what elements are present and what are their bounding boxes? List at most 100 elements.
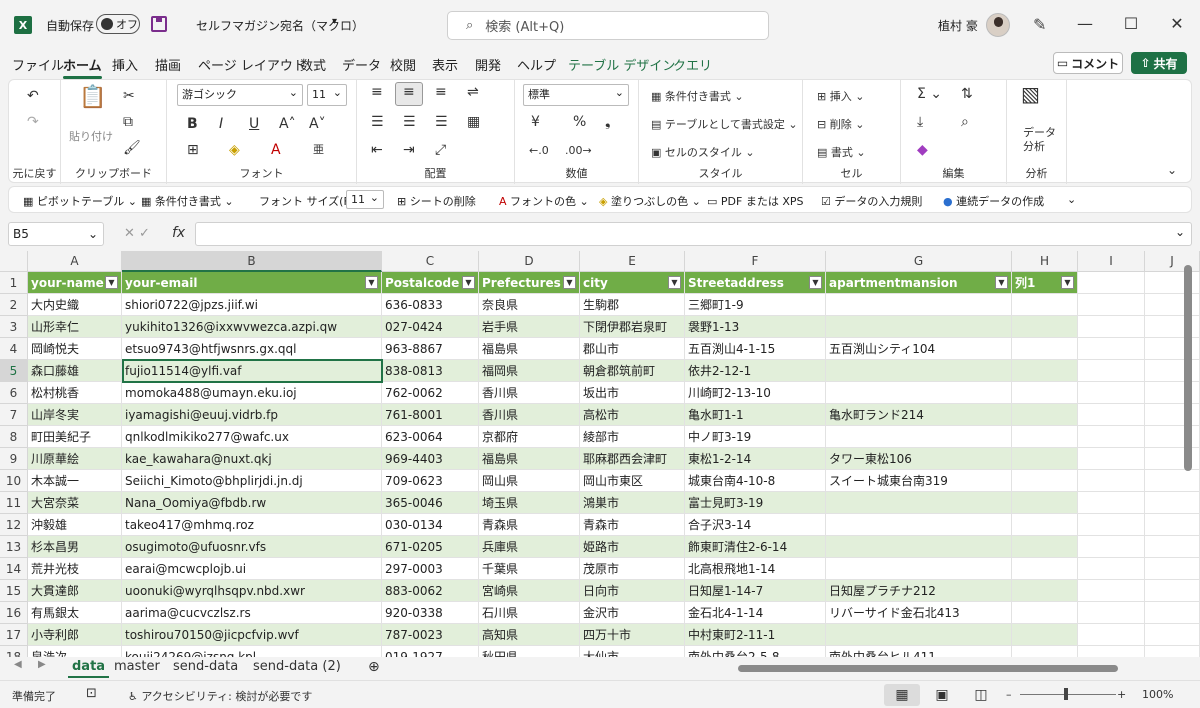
- tab-home[interactable]: ホーム: [63, 55, 102, 79]
- zoom-slider[interactable]: [1020, 694, 1116, 695]
- table-cell[interactable]: 香川県: [479, 382, 580, 404]
- table-header-cell[interactable]: Prefectures ▼: [479, 272, 580, 294]
- close-icon[interactable]: ✕: [1167, 14, 1187, 33]
- table-cell[interactable]: 762-0062: [382, 382, 479, 404]
- row-header[interactable]: 9: [0, 448, 28, 470]
- table-cell[interactable]: [1012, 448, 1078, 470]
- table-cell[interactable]: [1145, 602, 1200, 624]
- sheet-next-icon[interactable]: ▶: [38, 659, 46, 670]
- table-cell[interactable]: kouji24269@izsng.kpl: [122, 646, 382, 657]
- select-all-corner[interactable]: [0, 251, 28, 272]
- tab-developer[interactable]: 開発: [475, 55, 501, 74]
- table-cell[interactable]: [1078, 470, 1145, 492]
- column-header[interactable]: E: [580, 251, 685, 272]
- table-cell[interactable]: 坂出市: [580, 382, 685, 404]
- table-cell[interactable]: 川崎町2-13-10: [685, 382, 826, 404]
- table-cell[interactable]: [1012, 514, 1078, 536]
- table-cell[interactable]: 日知屋プラチナ212: [826, 580, 1012, 602]
- table-cell[interactable]: 636-0833: [382, 294, 479, 316]
- table-cell[interactable]: 亀水町1-1: [685, 404, 826, 426]
- table-cell[interactable]: [1078, 580, 1145, 602]
- search-box[interactable]: ⌕ 検索 (Alt+Q): [447, 11, 769, 40]
- table-cell[interactable]: [1012, 294, 1078, 316]
- table-cell[interactable]: takeo417@mhmq.roz: [122, 514, 382, 536]
- table-cell[interactable]: 富士見町3-19: [685, 492, 826, 514]
- table-cell[interactable]: 大宮奈菜: [28, 492, 122, 514]
- table-cell[interactable]: 709-0623: [382, 470, 479, 492]
- table-cell[interactable]: [1145, 492, 1200, 514]
- qat-fontsize-select[interactable]: 11: [346, 189, 384, 209]
- paste-icon[interactable]: 📋: [79, 87, 106, 109]
- qat-series[interactable]: ● 連続データの作成: [943, 193, 1044, 209]
- table-cell[interactable]: 大貫達郎: [28, 580, 122, 602]
- table-cell[interactable]: 日知屋1-14-7: [685, 580, 826, 602]
- table-cell[interactable]: Nana_Oomiya@fbdb.rw: [122, 492, 382, 514]
- qat-more-icon[interactable]: ⌄: [1067, 193, 1076, 206]
- table-cell[interactable]: 生駒郡: [580, 294, 685, 316]
- table-cell[interactable]: [1078, 448, 1145, 470]
- format-painter-icon[interactable]: 🖌: [123, 140, 141, 156]
- table-cell[interactable]: 京都府: [479, 426, 580, 448]
- filter-dropdown-icon[interactable]: ▼: [995, 276, 1008, 289]
- filter-dropdown-icon[interactable]: ▼: [1061, 276, 1074, 289]
- table-cell[interactable]: [826, 426, 1012, 448]
- user-name[interactable]: 植村 豪: [938, 17, 978, 34]
- table-cell[interactable]: 日向市: [580, 580, 685, 602]
- tab-insert[interactable]: 挿入: [112, 55, 138, 74]
- delete-cells-button[interactable]: ⊟ 削除 ⌄: [817, 116, 864, 132]
- sheet-tab-send-data-2[interactable]: send-data (2): [253, 659, 341, 674]
- table-cell[interactable]: [1078, 404, 1145, 426]
- clear-icon[interactable]: ◆: [917, 142, 928, 158]
- avatar[interactable]: [986, 13, 1010, 37]
- table-cell[interactable]: 青森市: [580, 514, 685, 536]
- filter-dropdown-icon[interactable]: ▼: [809, 276, 822, 289]
- table-cell[interactable]: [1145, 536, 1200, 558]
- table-cell[interactable]: [1145, 558, 1200, 580]
- table-cell[interactable]: 金沢市: [580, 602, 685, 624]
- table-cell[interactable]: 019-1927: [382, 646, 479, 657]
- sheet-tab-data[interactable]: data: [67, 659, 110, 678]
- table-cell[interactable]: 朝倉郡筑前町: [580, 360, 685, 382]
- fill-color-icon[interactable]: ◈: [229, 142, 240, 158]
- tab-query[interactable]: クエリ: [673, 55, 712, 74]
- row-header[interactable]: 2: [0, 294, 28, 316]
- table-cell[interactable]: 883-0062: [382, 580, 479, 602]
- table-cell[interactable]: 香川県: [479, 404, 580, 426]
- tab-help[interactable]: ヘルプ: [517, 55, 556, 74]
- table-cell[interactable]: 岡山市東区: [580, 470, 685, 492]
- table-cell[interactable]: 有馬銀太: [28, 602, 122, 624]
- row-header[interactable]: 7: [0, 404, 28, 426]
- format-as-table-button[interactable]: ▤ テーブルとして書式設定 ⌄: [651, 116, 798, 132]
- table-cell[interactable]: 亀水町ランド214: [826, 404, 1012, 426]
- row-header[interactable]: 3: [0, 316, 28, 338]
- table-cell[interactable]: [1145, 514, 1200, 536]
- table-cell[interactable]: 福島県: [479, 448, 580, 470]
- percent-icon[interactable]: %: [573, 114, 586, 130]
- normal-view-icon[interactable]: ▦: [884, 684, 920, 706]
- tab-draw[interactable]: 描画: [155, 55, 181, 74]
- table-cell[interactable]: 623-0064: [382, 426, 479, 448]
- autosave-toggle[interactable]: オフ: [96, 14, 140, 34]
- tab-file[interactable]: ファイル: [12, 55, 64, 74]
- table-cell[interactable]: 川原華絵: [28, 448, 122, 470]
- table-cell[interactable]: 山形幸仁: [28, 316, 122, 338]
- table-cell[interactable]: [1012, 580, 1078, 602]
- table-cell[interactable]: [826, 492, 1012, 514]
- table-cell[interactable]: [826, 360, 1012, 382]
- table-cell[interactable]: 南外中桑台ヒル411: [826, 646, 1012, 657]
- column-header[interactable]: F: [685, 251, 826, 272]
- border-icon[interactable]: ⊞: [187, 142, 199, 158]
- ribbon-collapse-icon[interactable]: ⌄: [1167, 162, 1177, 178]
- table-cell[interactable]: 福岡県: [479, 360, 580, 382]
- table-cell[interactable]: 高松市: [580, 404, 685, 426]
- table-cell[interactable]: リバーサイド金石北413: [826, 602, 1012, 624]
- table-cell[interactable]: 耶麻郡西会津町: [580, 448, 685, 470]
- table-cell[interactable]: 岩手県: [479, 316, 580, 338]
- comma-style-icon[interactable]: ❟: [605, 114, 611, 130]
- table-cell[interactable]: 茂原市: [580, 558, 685, 580]
- table-cell[interactable]: earai@mcwcplojb.ui: [122, 558, 382, 580]
- table-header-cell[interactable]: your-email ▼: [122, 272, 382, 294]
- table-cell[interactable]: 石川県: [479, 602, 580, 624]
- currency-icon[interactable]: ¥: [531, 114, 540, 130]
- table-cell[interactable]: iyamagishi@euuj.vidrb.fp: [122, 404, 382, 426]
